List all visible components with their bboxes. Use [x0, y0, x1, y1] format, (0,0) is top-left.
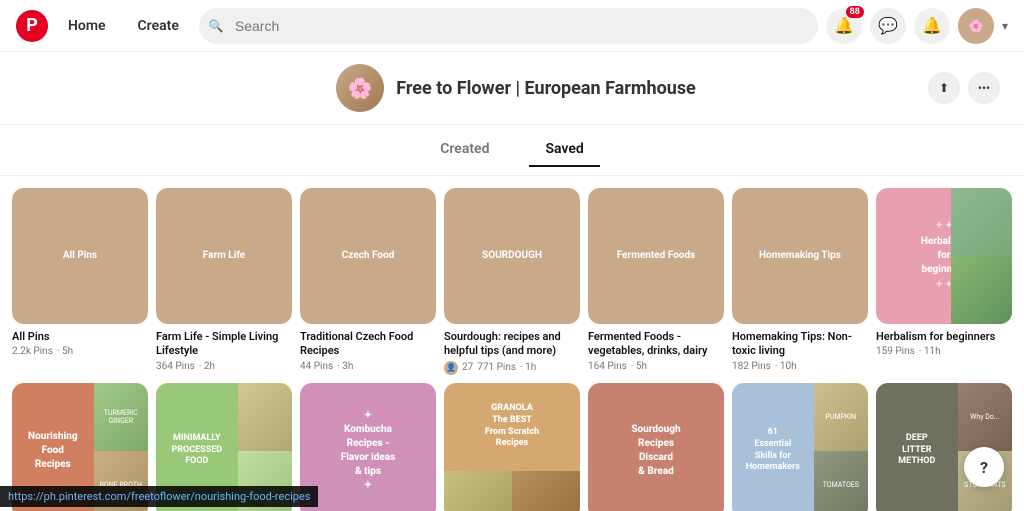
- board-cover-chickens: DEEPLITTERMETHOD Why Do... STOP GNATS: [876, 383, 1012, 511]
- board-title: All Pins: [12, 330, 148, 344]
- tab-saved[interactable]: Saved: [529, 133, 599, 167]
- board-meta: 2.2k Pins · 5h: [12, 346, 148, 357]
- board-item-farm[interactable]: Farm Life Farm Life - Simple Living Life…: [156, 188, 292, 375]
- board-pin-count: 2.2k Pins: [12, 346, 53, 357]
- board-cover-homemaking2: 61EssentialSkills forHomemakers PUMPKIN …: [732, 383, 868, 511]
- board-contributor-count: 27: [462, 362, 473, 373]
- profile-header: 🌸 Free to Flower | European Farmhouse ⬆ …: [0, 52, 1024, 125]
- navigation: P Home Create 🔍 🔔 88 💬 🔔 🌸 ▾: [0, 0, 1024, 52]
- board-cover-sourdough1: SOURDOUGH: [444, 188, 580, 324]
- search-container: 🔍: [199, 8, 818, 44]
- board-title: Homemaking Tips: Non-toxic living: [732, 330, 868, 359]
- search-icon: 🔍: [209, 19, 224, 33]
- board-item-bestfrom[interactable]: GRANOLAThe BESTFrom ScratchRecipes The B…: [444, 383, 580, 511]
- board-meta: 👤 27 771 Pins · 1h: [444, 361, 580, 375]
- board-item-sourdough2[interactable]: SourdoughRecipesDiscard& Bread Sourdough…: [588, 383, 724, 511]
- avatar[interactable]: 🌸: [958, 8, 994, 44]
- tooltip-bar: https://ph.pinterest.com/freetoflower/no…: [0, 486, 318, 507]
- board-time: · 3h: [337, 361, 353, 372]
- board-title: Herbalism for beginners: [876, 330, 1012, 344]
- board-pin-count: 771 Pins: [477, 362, 516, 373]
- board-item-homemaking2[interactable]: 61EssentialSkills forHomemakers PUMPKIN …: [732, 383, 868, 511]
- board-cover-homemaking1: Homemaking Tips: [732, 188, 868, 324]
- board-time: · 11h: [919, 346, 941, 357]
- notification-badge: 88: [846, 6, 864, 18]
- board-item-herbalism[interactable]: ✦ ✦ Herbalismforbeginners ✦ ✦ Herbalism …: [876, 188, 1012, 375]
- create-link[interactable]: Create: [126, 10, 191, 42]
- profile-name: Free to Flower | European Farmhouse: [396, 78, 696, 99]
- board-title: Traditional Czech Food Recipes: [300, 330, 436, 359]
- board-cover-herbalism: ✦ ✦ Herbalismforbeginners ✦ ✦: [876, 188, 1012, 324]
- board-pin-count: 159 Pins: [876, 346, 915, 357]
- board-pin-count: 364 Pins: [156, 361, 195, 372]
- board-time: · 5h: [631, 361, 647, 372]
- search-input[interactable]: [199, 8, 818, 44]
- alerts-button[interactable]: 🔔: [914, 8, 950, 44]
- notifications-button[interactable]: 🔔 88: [826, 8, 862, 44]
- more-options-button[interactable]: •••: [968, 72, 1000, 104]
- board-cover-bestfrom: GRANOLAThe BESTFrom ScratchRecipes: [444, 383, 580, 511]
- board-time: · 1h: [520, 362, 536, 373]
- board-cover-farm: Farm Life: [156, 188, 292, 324]
- tab-created[interactable]: Created: [424, 133, 505, 167]
- boards-grid: All Pins All Pins 2.2k Pins · 5h Farm Li…: [12, 188, 1012, 511]
- home-link[interactable]: Home: [56, 10, 118, 42]
- profile-actions: ⬆ •••: [928, 72, 1000, 104]
- profile-avatar: 🌸: [336, 64, 384, 112]
- board-cover-allpins: All Pins: [12, 188, 148, 324]
- board-time: · 10h: [775, 361, 797, 372]
- board-item-kombucha[interactable]: ✦KombuchaRecipes -Flavor ideas& tips✦ Ko…: [300, 383, 436, 511]
- board-item-czech[interactable]: Czech Food Traditional Czech Food Recipe…: [300, 188, 436, 375]
- board-cover-czech: Czech Food: [300, 188, 436, 324]
- tabs: Created Saved: [0, 125, 1024, 176]
- board-title: Sourdough: recipes and helpful tips (and…: [444, 330, 580, 359]
- help-button[interactable]: ?: [964, 447, 1004, 487]
- chevron-down-icon[interactable]: ▾: [1002, 19, 1008, 33]
- pinterest-logo[interactable]: P: [16, 10, 48, 42]
- nav-actions: 🔔 88 💬 🔔 🌸 ▾: [826, 8, 1008, 44]
- avatar-image: 🌸: [336, 64, 384, 112]
- board-pin-count: 164 Pins: [588, 361, 627, 372]
- board-pin-count: 44 Pins: [300, 361, 333, 372]
- board-meta: 182 Pins · 10h: [732, 361, 868, 372]
- board-contributor-avatar: 👤: [444, 361, 458, 375]
- profile-info: 🌸 Free to Flower | European Farmhouse: [104, 64, 928, 112]
- board-meta: 44 Pins · 3h: [300, 361, 436, 372]
- board-pin-count: 182 Pins: [732, 361, 771, 372]
- board-item-chickens[interactable]: DEEPLITTERMETHOD Why Do... STOP GNATS Ra…: [876, 383, 1012, 511]
- board-meta: 159 Pins · 11h: [876, 346, 1012, 357]
- board-title: Farm Life - Simple Living Lifestyle: [156, 330, 292, 359]
- board-cover-kombucha: ✦KombuchaRecipes -Flavor ideas& tips✦: [300, 383, 436, 511]
- board-cover-fermented: Fermented Foods: [588, 188, 724, 324]
- messages-button[interactable]: 💬: [870, 8, 906, 44]
- board-item-fermented[interactable]: Fermented Foods Fermented Foods - vegeta…: [588, 188, 724, 375]
- board-meta: 164 Pins · 5h: [588, 361, 724, 372]
- board-item-sourdough1[interactable]: SOURDOUGH Sourdough: recipes and helpful…: [444, 188, 580, 375]
- boards-container: All Pins All Pins 2.2k Pins · 5h Farm Li…: [0, 176, 1024, 511]
- board-cover-sourdough2: SourdoughRecipesDiscard& Bread: [588, 383, 724, 511]
- board-time: · 2h: [199, 361, 215, 372]
- share-button[interactable]: ⬆: [928, 72, 960, 104]
- board-title: Fermented Foods - vegetables, drinks, da…: [588, 330, 724, 359]
- board-meta: 364 Pins · 2h: [156, 361, 292, 372]
- board-item-homemaking1[interactable]: Homemaking Tips Homemaking Tips: Non-tox…: [732, 188, 868, 375]
- board-time: · 5h: [57, 346, 73, 357]
- board-item-allpins[interactable]: All Pins All Pins 2.2k Pins · 5h: [12, 188, 148, 375]
